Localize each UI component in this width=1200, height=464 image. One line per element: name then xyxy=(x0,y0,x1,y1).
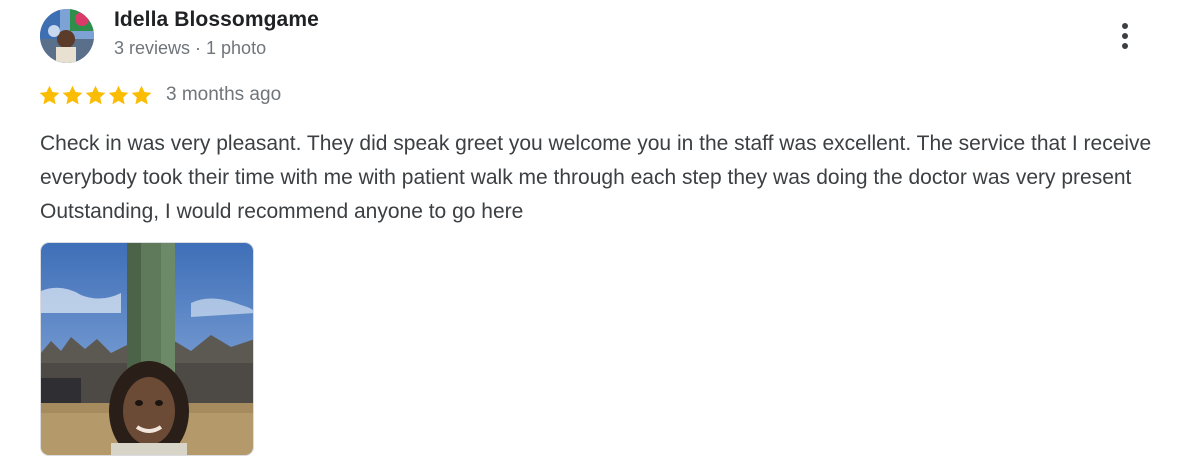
author-meta: 3 reviews · 1 photo xyxy=(114,38,267,58)
author-name[interactable]: Idella Blossomgame xyxy=(114,8,319,32)
more-vert-icon-dot xyxy=(1122,33,1128,39)
star-icon xyxy=(131,85,152,104)
star-icon xyxy=(85,85,106,104)
review-text: Check in was very pleasant. They did spe… xyxy=(40,132,1152,223)
author-avatar[interactable] xyxy=(40,9,94,63)
star-rating xyxy=(38,84,153,107)
avatar-image xyxy=(40,9,94,63)
more-options-button[interactable] xyxy=(1106,16,1144,56)
rating-row: 3 months ago xyxy=(38,82,281,108)
more-vert-icon-dot xyxy=(1122,43,1128,49)
star-icon xyxy=(108,85,129,104)
more-vert-icon xyxy=(1122,23,1128,29)
review-photo-image xyxy=(41,243,253,455)
star-icon xyxy=(39,85,60,104)
review-card: Idella Blossomgame 3 reviews · 1 photo 3… xyxy=(0,0,1200,464)
review-date: 3 months ago xyxy=(166,84,282,105)
review-photo[interactable] xyxy=(40,242,254,456)
star-icon xyxy=(62,85,83,104)
